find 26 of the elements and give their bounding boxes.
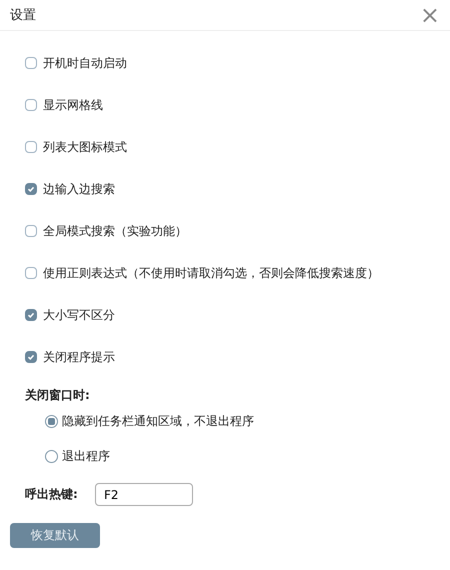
hotkey-field[interactable]: F2 bbox=[95, 483, 193, 506]
checkbox[interactable] bbox=[25, 141, 37, 153]
option-label: 全局模式搜索（实验功能） bbox=[43, 222, 187, 240]
checkbox[interactable] bbox=[25, 225, 37, 237]
checkbox[interactable] bbox=[25, 267, 37, 279]
restore-defaults-button[interactable]: 恢复默认 bbox=[10, 523, 100, 548]
checkbox[interactable] bbox=[25, 351, 37, 363]
window-title: 设置 bbox=[10, 7, 36, 24]
option-label: 使用正则表达式（不使用时请取消勾选，否则会降低搜索速度） bbox=[43, 264, 379, 282]
checkbox[interactable] bbox=[25, 57, 37, 69]
checkbox[interactable] bbox=[25, 99, 37, 111]
checkbox[interactable] bbox=[25, 309, 37, 321]
checkbox[interactable] bbox=[25, 183, 37, 195]
option-label: 边输入边搜索 bbox=[43, 180, 115, 198]
option-label: 退出程序 bbox=[62, 448, 110, 464]
radio-button[interactable] bbox=[45, 414, 58, 428]
hotkey-label: 呼出热键: bbox=[25, 486, 79, 503]
option-label: 隐藏到任务栏通知区域，不退出程序 bbox=[62, 412, 254, 430]
option-label: 开机时自动启动 bbox=[43, 54, 127, 72]
close-button[interactable]: × bbox=[416, 3, 444, 27]
section-label: 关闭窗口时: bbox=[25, 387, 91, 403]
option-label: 列表大图标模式 bbox=[43, 138, 127, 156]
radio-button[interactable] bbox=[45, 450, 58, 462]
option-label: 显示网格线 bbox=[43, 96, 103, 114]
option-label: 大小写不区分 bbox=[43, 306, 115, 324]
option-label: 关闭程序提示 bbox=[43, 348, 115, 366]
